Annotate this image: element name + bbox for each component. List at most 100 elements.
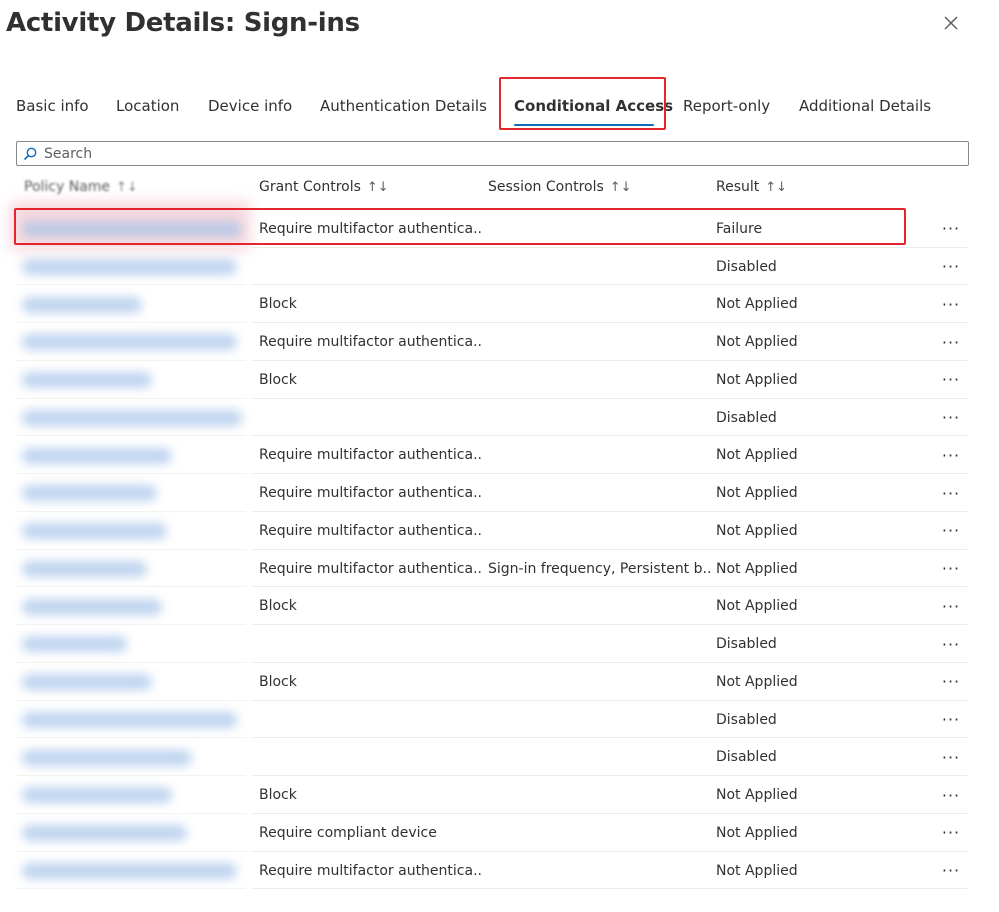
session-controls-cell	[488, 852, 710, 890]
close-icon	[944, 16, 958, 30]
result-cell: Disabled	[716, 749, 777, 766]
more-icon[interactable]: ···	[936, 625, 966, 663]
more-icon[interactable]: ···	[936, 739, 966, 777]
redacted-policy-name	[22, 258, 237, 275]
search-box[interactable]	[16, 141, 969, 166]
redacted-policy-name	[22, 674, 152, 690]
more-icon[interactable]: ···	[936, 550, 966, 588]
redacted-policy-name	[22, 560, 147, 577]
session-controls-cell: Sign-in frequency, Persistent b...	[488, 560, 710, 577]
sort-icon: ↑↓	[116, 180, 138, 195]
grant-controls-cell	[259, 248, 481, 286]
search-input[interactable]	[42, 144, 946, 163]
redacted-policy-name	[22, 825, 187, 841]
session-controls-cell	[488, 248, 710, 286]
session-controls-cell	[488, 625, 710, 663]
more-icon[interactable]: ···	[936, 852, 966, 890]
redacted-policy-name	[22, 862, 237, 879]
grant-controls-cell: Require compliant device	[259, 824, 437, 841]
more-icon[interactable]: ···	[936, 399, 966, 437]
column-header-grant-controls[interactable]: Grant Controls ↑↓	[259, 179, 389, 195]
redacted-policy-name	[22, 711, 237, 728]
column-header-label: Session Controls	[488, 179, 604, 195]
table-row[interactable]: Disabled ···	[0, 739, 999, 777]
more-icon[interactable]: ···	[936, 361, 966, 399]
redacted-policy-name	[22, 787, 172, 804]
tab-report-only[interactable]: Report-only	[683, 96, 770, 116]
grant-controls-cell: Block	[259, 371, 297, 388]
result-cell: Disabled	[716, 636, 777, 653]
more-icon[interactable]: ···	[936, 474, 966, 512]
grant-controls-cell: Require multifactor authentica...	[259, 334, 481, 351]
row-divider	[252, 888, 967, 890]
grant-controls-cell: Block	[259, 787, 297, 804]
column-header-result[interactable]: Result ↑↓	[716, 179, 787, 195]
column-header-label: Result	[716, 179, 760, 195]
table-row[interactable]: Disabled ···	[0, 399, 999, 437]
more-icon[interactable]: ···	[936, 776, 966, 814]
more-icon[interactable]: ···	[936, 701, 966, 739]
result-cell: Not Applied	[716, 371, 798, 388]
table-row[interactable]: Block Not Applied ···	[0, 286, 999, 324]
redacted-policy-name	[22, 296, 142, 313]
table-row[interactable]: Disabled ···	[0, 701, 999, 739]
table-row[interactable]: Require compliant device Not Applied ···	[0, 814, 999, 852]
close-button[interactable]	[938, 10, 964, 36]
tab-basic-info[interactable]: Basic info	[16, 96, 89, 116]
more-icon[interactable]: ···	[936, 512, 966, 550]
table-row[interactable]: Require multifactor authentica... Not App…	[0, 852, 999, 890]
table-row[interactable]: Block Not Applied ···	[0, 361, 999, 399]
redacted-policy-name	[22, 636, 127, 653]
table-row[interactable]: Require multifactor authentica... Not App…	[0, 512, 999, 550]
session-controls-cell	[488, 814, 710, 852]
row-divider	[16, 888, 246, 890]
more-icon[interactable]: ···	[936, 588, 966, 626]
more-icon[interactable]: ···	[936, 663, 966, 701]
column-header-session-controls[interactable]: Session Controls ↑↓	[488, 179, 632, 195]
tab-authentication-details[interactable]: Authentication Details	[320, 96, 487, 116]
table-row[interactable]: Block Not Applied ···	[0, 588, 999, 626]
redacted-policy-name	[22, 523, 167, 539]
sort-icon: ↑↓	[366, 180, 389, 195]
column-header-policy-name[interactable]: Policy Name ↑↓	[24, 179, 138, 195]
table-row[interactable]: Require multifactor authentica... Not App…	[0, 437, 999, 475]
grant-controls-cell: Require multifactor authentica...	[259, 485, 481, 502]
grant-controls-cell: Require multifactor authentica...	[259, 862, 481, 879]
column-header-label: Policy Name	[24, 179, 111, 195]
redacted-policy-name	[22, 598, 162, 615]
session-controls-cell	[488, 663, 710, 701]
more-icon[interactable]: ···	[936, 286, 966, 324]
sort-icon: ↑↓	[609, 180, 632, 195]
session-controls-cell	[488, 399, 710, 437]
table-row[interactable]: Disabled ···	[0, 248, 999, 286]
result-cell: Not Applied	[716, 824, 798, 841]
more-icon[interactable]: ···	[936, 437, 966, 475]
more-icon[interactable]: ···	[936, 323, 966, 361]
table-row[interactable]: Require multifactor authentica... Sign-in…	[0, 550, 999, 588]
table-row[interactable]: Block Not Applied ···	[0, 776, 999, 814]
column-header-label: Grant Controls	[259, 179, 361, 195]
session-controls-cell	[488, 739, 710, 777]
grant-controls-cell	[259, 625, 481, 663]
grant-controls-cell: Block	[259, 296, 297, 313]
more-icon[interactable]: ···	[936, 210, 966, 248]
session-controls-cell	[488, 701, 710, 739]
result-cell: Not Applied	[716, 673, 798, 690]
redacted-policy-name	[22, 372, 152, 388]
redacted-policy-name	[22, 447, 172, 464]
result-cell: Not Applied	[716, 485, 798, 502]
result-cell: Disabled	[716, 258, 777, 275]
grant-controls-cell: Require multifactor authentica...	[259, 447, 481, 464]
table-row[interactable]: Require multifactor authentica... Not App…	[0, 474, 999, 512]
more-icon[interactable]: ···	[936, 814, 966, 852]
table-row[interactable]: Block Not Applied ···	[0, 663, 999, 701]
table-row[interactable]: Disabled ···	[0, 625, 999, 663]
more-icon[interactable]: ···	[936, 248, 966, 286]
tab-device-info[interactable]: Device info	[208, 96, 292, 116]
table-row[interactable]: Require multifactor authentica... Not App…	[0, 323, 999, 361]
grant-controls-cell: Block	[259, 598, 297, 615]
result-cell: Not Applied	[716, 862, 798, 879]
tab-location[interactable]: Location	[116, 96, 179, 116]
tab-additional-details[interactable]: Additional Details	[799, 96, 931, 116]
result-cell: Not Applied	[716, 787, 798, 804]
